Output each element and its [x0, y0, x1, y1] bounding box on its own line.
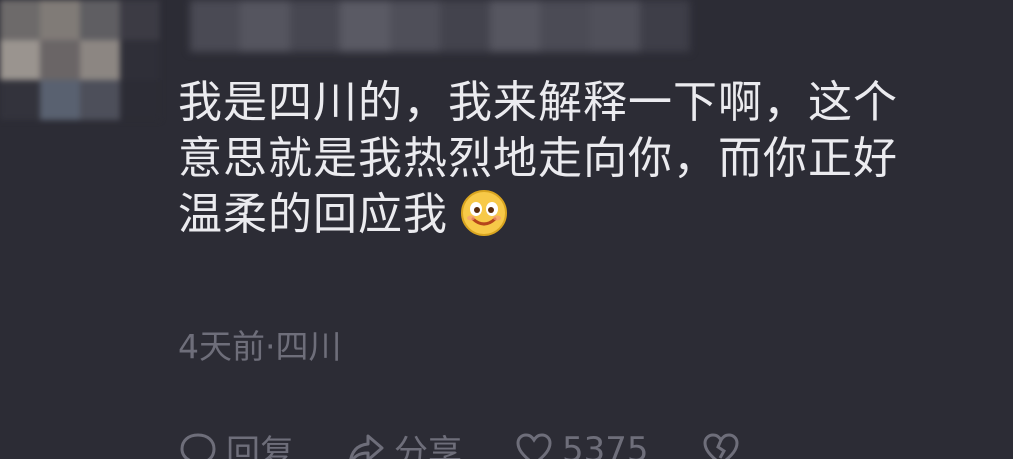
reply-label: 回复: [226, 433, 294, 459]
comment-line: 我是四川的，我来解释一下啊，这个: [178, 77, 898, 128]
share-icon: [349, 434, 384, 459]
broken-heart-icon: [703, 432, 739, 459]
comment-line: 温柔的回应我: [178, 187, 978, 243]
comment-location: 四川: [275, 327, 342, 366]
share-label: 分享: [394, 433, 462, 459]
action-bar: 回复 分享 5375: [178, 425, 749, 459]
share-button[interactable]: 分享: [346, 425, 462, 459]
comment-meta: 4天前·四川: [178, 320, 342, 368]
comment-text: 我是四川的，我来解释一下啊，这个 意思就是我热烈地走向你，而你正好 温柔的回应我: [178, 75, 978, 243]
username[interactable]: [190, 0, 690, 52]
comment-card: 我是四川的，我来解释一下啊，这个 意思就是我热烈地走向你，而你正好 温柔的回应我…: [0, 0, 1013, 459]
comment-line: 意思就是我热烈地走向你，而你正好: [178, 133, 898, 184]
reply-button[interactable]: 回复: [178, 425, 294, 459]
like-count: 5375: [562, 429, 649, 459]
like-button[interactable]: 5375: [514, 430, 649, 459]
avatar[interactable]: [0, 0, 160, 120]
meta-separator: ·: [265, 327, 276, 366]
comment-line-text: 温柔的回应我: [178, 189, 448, 240]
smile-icon: [461, 190, 507, 236]
dislike-button[interactable]: [701, 430, 749, 459]
heart-icon: [516, 432, 552, 459]
comment-time: 4天前: [178, 327, 265, 366]
reply-icon: [180, 432, 216, 459]
